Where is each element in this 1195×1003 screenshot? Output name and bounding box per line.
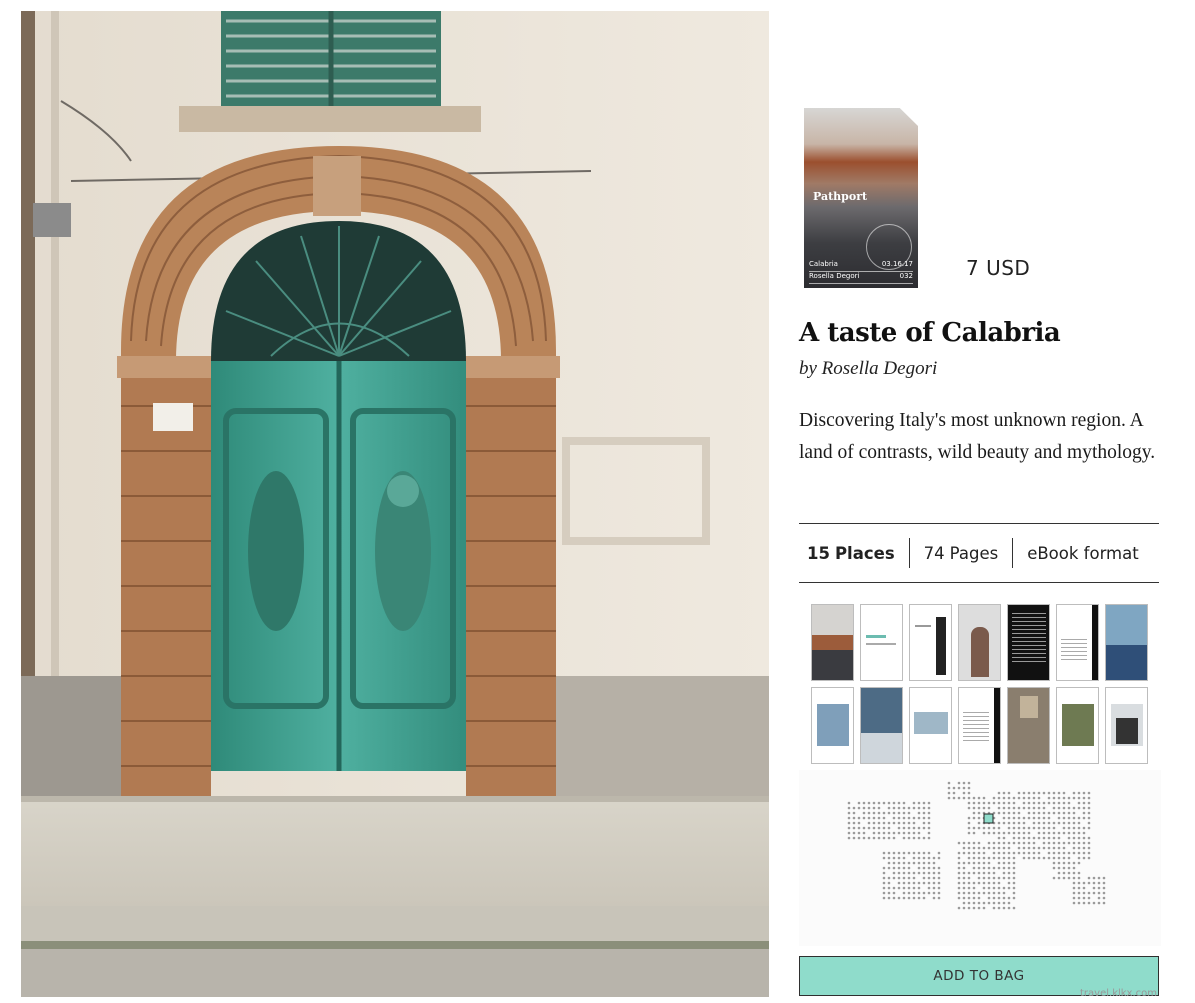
cover-row-1: Calabria 03.16.17	[809, 260, 913, 272]
hero-photo	[21, 11, 769, 997]
guide-cover-image[interactable]: Pathport Calabria 03.16.17 Rosella Degor…	[804, 108, 918, 288]
preview-page-thumb[interactable]	[909, 687, 952, 764]
cover-brand: Pathport	[813, 190, 868, 203]
preview-page-thumb[interactable]	[811, 604, 854, 681]
pages-label: Pages	[949, 543, 999, 563]
stat-pages: 74 Pages	[908, 538, 1013, 568]
watermark: travel.klkx.com	[1080, 988, 1158, 999]
cover-row-2-left: Rosella Degori	[809, 272, 860, 280]
stat-format: eBook format	[1012, 538, 1153, 568]
price: 7 USD	[966, 256, 1031, 280]
world-map-dots	[847, 781, 1106, 910]
map-highlight-marker	[983, 813, 994, 824]
cover-row-2-right: 032	[899, 272, 913, 280]
stats-bar: 15 Places 74 Pages eBook format	[799, 523, 1159, 583]
preview-page-thumb[interactable]	[811, 687, 854, 764]
preview-page-thumb[interactable]	[958, 604, 1001, 681]
cover-row-1-right: 03.16.17	[881, 260, 913, 268]
door-photo-illustration	[21, 11, 769, 997]
cover-row-1-left: Calabria	[809, 260, 838, 268]
preview-page-thumb[interactable]	[1105, 604, 1148, 681]
cover-row-2: Rosella Degori 032	[809, 272, 913, 284]
author-byline: by Rosella Degori	[799, 358, 938, 379]
preview-page-thumb[interactable]	[1007, 604, 1050, 681]
preview-page-thumb[interactable]	[909, 604, 952, 681]
preview-page-thumb[interactable]	[1007, 687, 1050, 764]
pages-count: 74	[923, 543, 945, 563]
preview-page-thumb[interactable]	[1056, 604, 1099, 681]
stat-places: 15 Places	[799, 538, 909, 568]
preview-page-thumb[interactable]	[860, 687, 903, 764]
product-title: A taste of Calabria	[799, 318, 1061, 348]
places-label: Places	[834, 543, 895, 563]
preview-page-thumb[interactable]	[1105, 687, 1148, 764]
places-count: 15	[807, 543, 830, 563]
preview-page-thumb[interactable]	[860, 604, 903, 681]
product-description: Discovering Italy's most unknown region.…	[799, 410, 1156, 463]
format-label: eBook format	[1027, 543, 1139, 563]
preview-pages-grid	[811, 604, 1151, 764]
world-map	[799, 770, 1161, 946]
preview-page-thumb[interactable]	[958, 687, 1001, 764]
preview-page-thumb[interactable]	[1056, 687, 1099, 764]
